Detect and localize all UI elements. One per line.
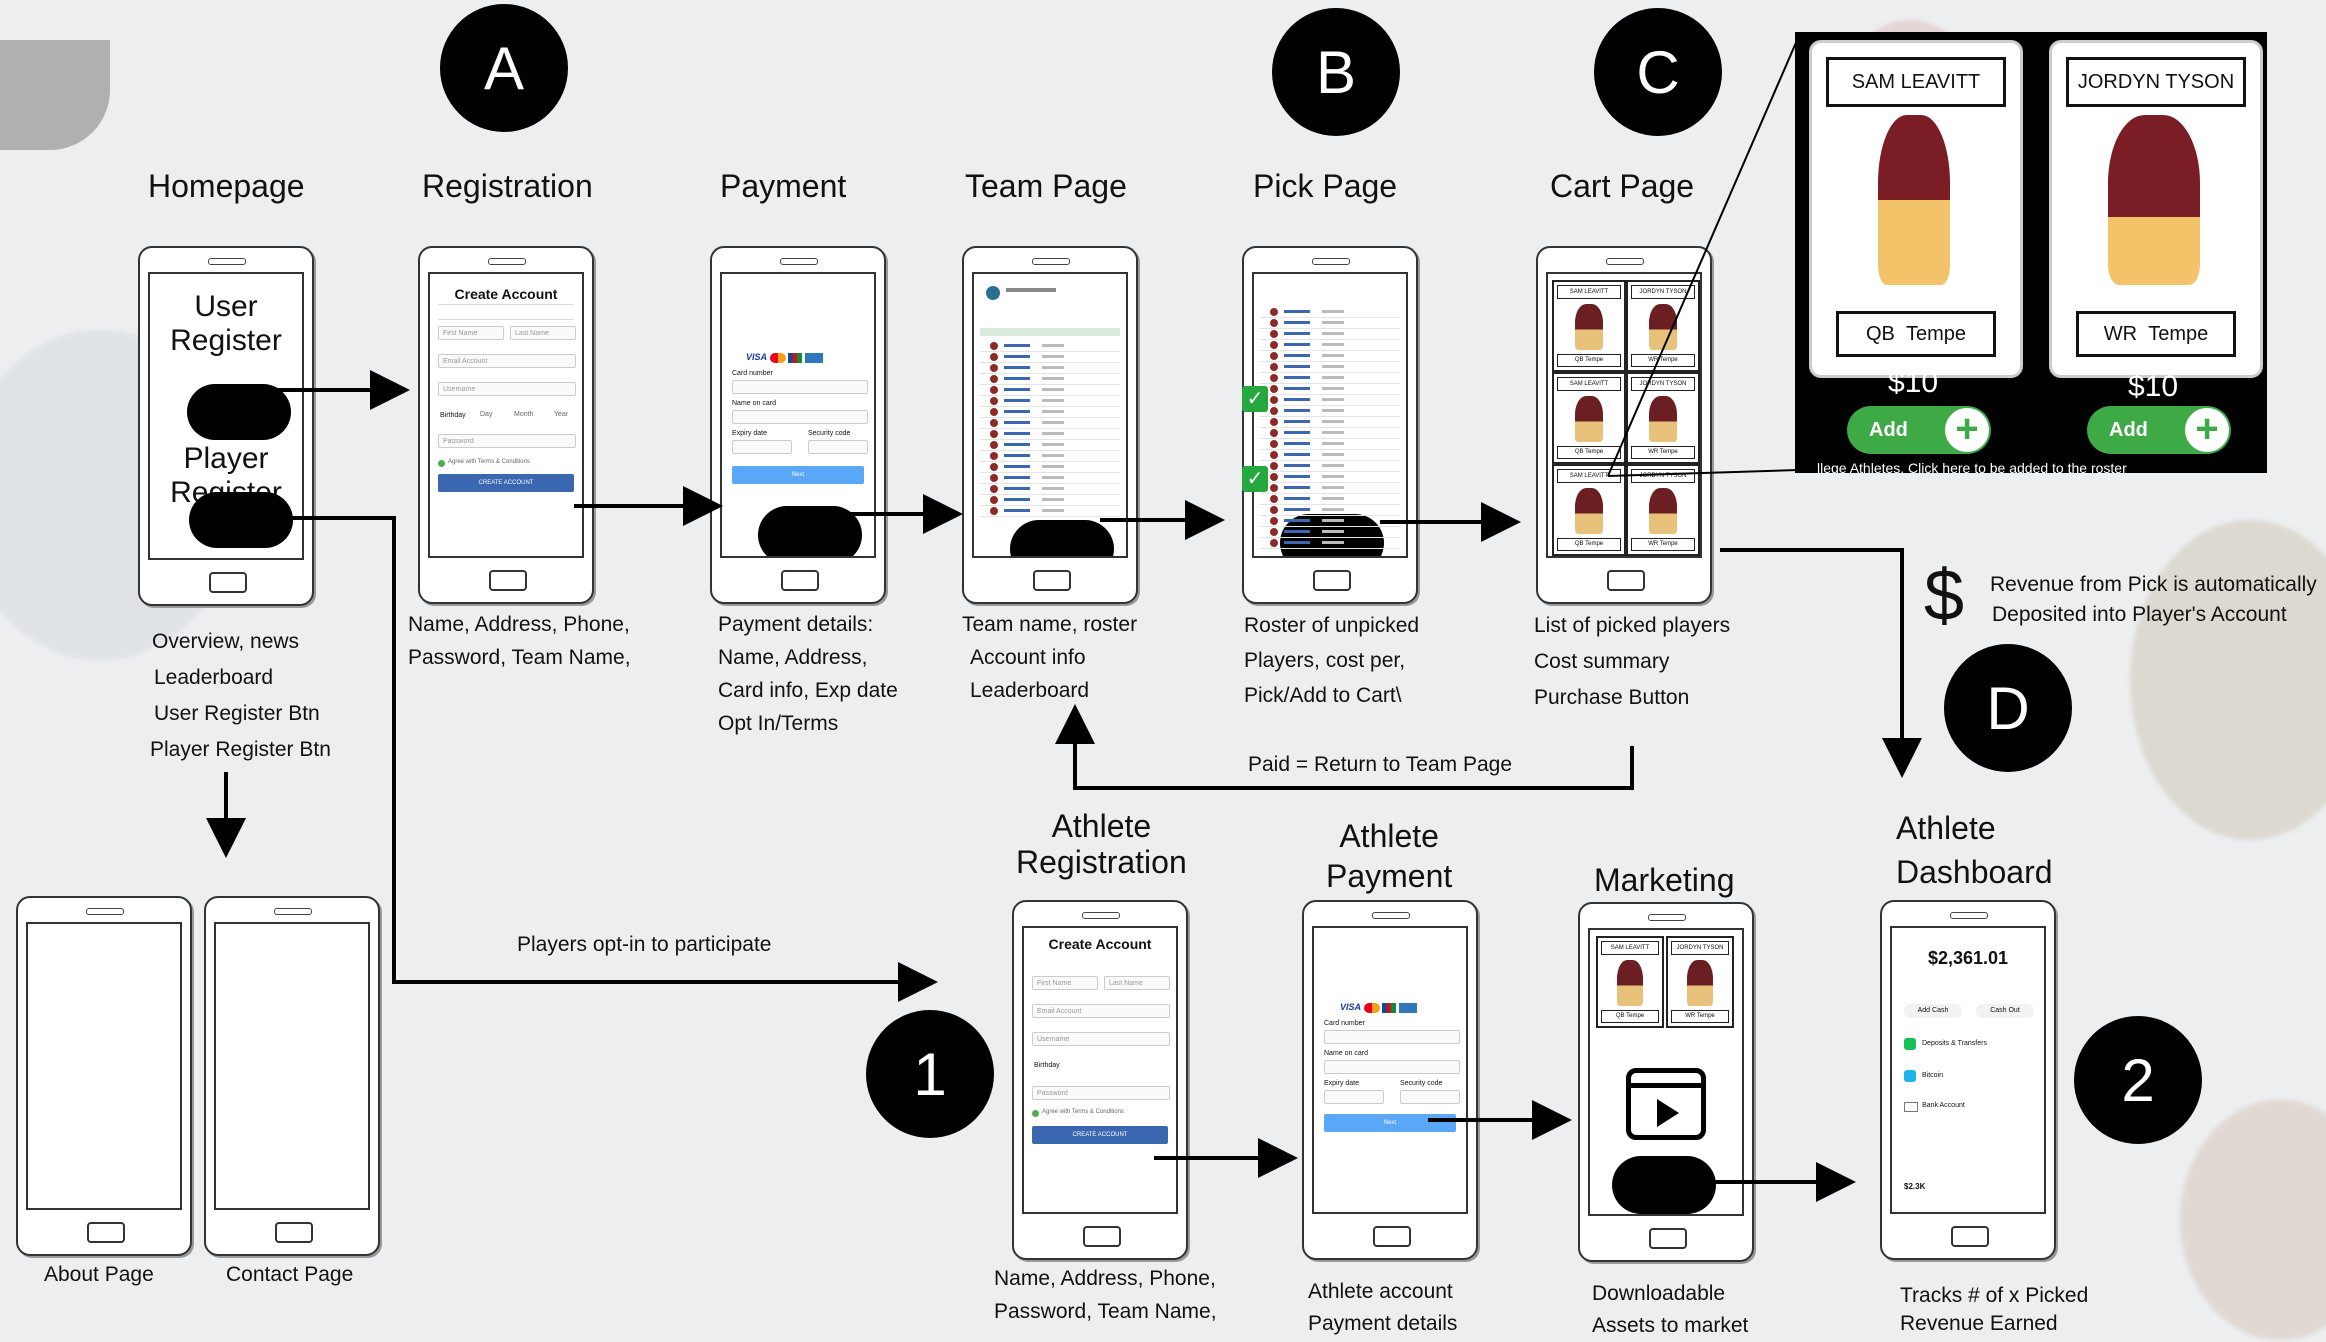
- arrow-player-register: [282, 516, 938, 1002]
- flow-arrows: [206, 37, 1922, 1202]
- arrow-paid-return: [1055, 704, 1634, 790]
- arrow-revenue: [1720, 548, 1922, 778]
- callout-line: [1607, 469, 1799, 477]
- callout-line: [1607, 37, 1799, 477]
